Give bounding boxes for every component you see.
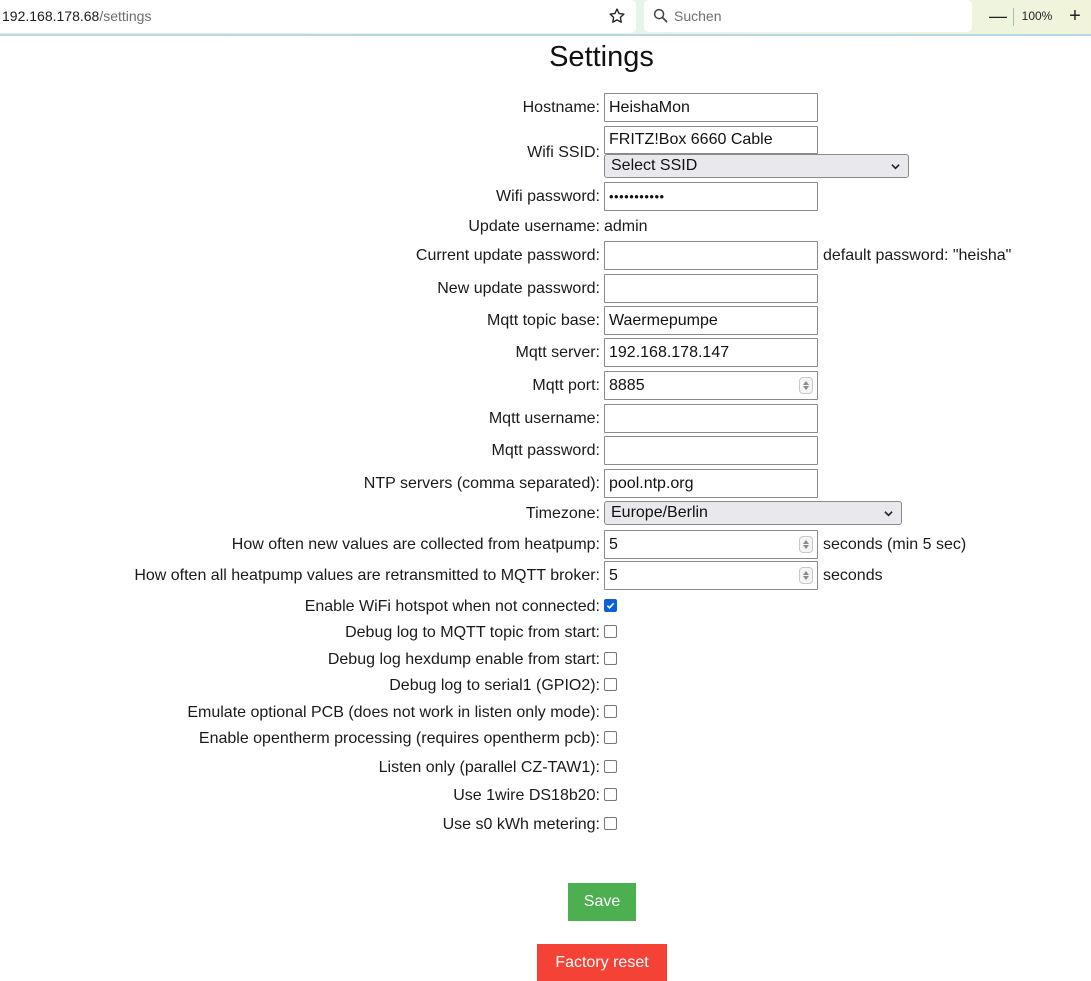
collect-interval-value: 5 (609, 536, 618, 553)
url-path: /settings (99, 8, 152, 24)
row-new-update-password: New update password: (0, 274, 1091, 304)
ssid-select-value: Select SSID (611, 157, 698, 174)
zoom-out-button[interactable]: — (985, 3, 1011, 29)
row-checkbox: Listen only (parallel CZ-TAW1): (0, 753, 1091, 783)
collect-interval-input[interactable]: 5 (604, 530, 818, 559)
checkbox-1wire[interactable] (604, 788, 617, 801)
timezone-select[interactable]: Europe/Berlin (604, 501, 902, 525)
row-mqtt-password: Mqtt password: (0, 436, 1091, 466)
mqtt-topic-base-label: Mqtt topic base: (487, 312, 600, 329)
row-mqtt-username: Mqtt username: (0, 404, 1091, 434)
timezone-label: Timezone: (525, 505, 600, 522)
wifi-password-label: Wifi password: (495, 188, 600, 205)
checkbox-opentherm[interactable] (604, 731, 617, 744)
row-ntp-servers: NTP servers (comma separated): (0, 469, 1091, 499)
mqtt-server-input[interactable] (604, 338, 818, 367)
mqtt-username-label: Mqtt username: (488, 410, 600, 427)
row-checkbox: Debug log to serial1 (GPIO2): (0, 671, 1091, 701)
current-update-password-input[interactable] (604, 241, 818, 270)
checkbox-s0-metering[interactable] (604, 817, 617, 830)
number-spinner[interactable] (799, 377, 813, 394)
ssid-select[interactable]: Select SSID (604, 154, 909, 178)
row-retransmit-interval: How often all heatpump values are retran… (0, 561, 1091, 591)
browser-toolbar: 192.168.178.68/settings Suchen — 100% + (0, 0, 1091, 36)
checkbox-debug-mqtt[interactable] (604, 625, 617, 638)
checkbox-label: Debug log to serial1 (GPIO2): (389, 677, 600, 694)
collect-interval-label: How often new values are collected from … (231, 536, 600, 553)
checkmark-icon (606, 602, 615, 610)
retransmit-interval-input[interactable]: 5 (604, 561, 818, 590)
bookmark-star-icon[interactable] (608, 7, 626, 25)
mqtt-server-label: Mqtt server: (515, 344, 600, 361)
checkbox-label: Use s0 kWh metering: (442, 816, 600, 833)
row-collect-interval: How often new values are collected from … (0, 530, 1091, 560)
row-update-username: Update username: admin (0, 212, 1091, 242)
checkbox-debug-hexdump[interactable] (604, 652, 617, 665)
wifi-ssid-input[interactable] (604, 126, 818, 154)
number-spinner[interactable] (799, 536, 813, 553)
row-wifi-ssid: Wifi SSID: Select SSID (0, 126, 1091, 180)
row-current-update-password: Current update password: default passwor… (0, 241, 1091, 271)
retransmit-interval-value: 5 (609, 567, 618, 584)
mqtt-password-input[interactable] (604, 436, 818, 465)
save-button[interactable]: Save (568, 883, 636, 921)
ntp-servers-label: NTP servers (comma separated): (363, 475, 600, 492)
checkbox-emulate-pcb[interactable] (604, 705, 617, 718)
current-update-password-label: Current update password: (415, 247, 600, 264)
chevron-down-icon (884, 511, 893, 517)
checkbox-label: Debug log to MQTT topic from start: (345, 624, 600, 641)
search-bar[interactable]: Suchen (644, 0, 972, 32)
wifi-ssid-label: Wifi SSID: (527, 144, 600, 161)
zoom-level[interactable]: 100% (1018, 3, 1056, 29)
mqtt-username-input[interactable] (604, 404, 818, 433)
mqtt-port-label: Mqtt port: (532, 377, 600, 394)
checkbox-debug-serial1[interactable] (604, 678, 617, 691)
row-wifi-password: Wifi password: (0, 182, 1091, 212)
mqtt-password-label: Mqtt password: (491, 442, 600, 459)
zoom-divider (1013, 8, 1014, 26)
checkbox-listen-only[interactable] (604, 760, 617, 773)
mqtt-topic-base-input[interactable] (604, 306, 818, 335)
row-timezone: Timezone: Europe/Berlin (0, 499, 1091, 529)
new-update-password-input[interactable] (604, 274, 818, 303)
row-checkbox: Enable opentherm processing (requires op… (0, 724, 1091, 754)
checkbox-label: Use 1wire DS18b20: (453, 787, 600, 804)
row-checkbox: Use 1wire DS18b20: (0, 781, 1091, 811)
search-icon (653, 8, 668, 23)
row-mqtt-server: Mqtt server: (0, 338, 1091, 368)
collect-interval-unit: seconds (min 5 sec) (823, 536, 967, 553)
address-bar[interactable]: 192.168.178.68/settings (0, 0, 636, 33)
number-spinner[interactable] (799, 567, 813, 584)
timezone-select-value: Europe/Berlin (611, 504, 708, 521)
hostname-input[interactable] (604, 93, 818, 122)
update-username-label: Update username: (468, 218, 600, 235)
row-checkbox: Debug log to MQTT topic from start: (0, 618, 1091, 648)
mqtt-port-value: 8885 (609, 377, 645, 394)
page-title: Settings (549, 41, 654, 73)
zoom-in-button[interactable]: + (1062, 3, 1088, 29)
row-mqtt-topic-base: Mqtt topic base: (0, 306, 1091, 336)
mqtt-port-input[interactable]: 8885 (604, 371, 818, 400)
default-password-hint: default password: "heisha" (823, 247, 1012, 264)
checkbox-label: Enable opentherm processing (requires op… (198, 730, 600, 747)
search-placeholder: Suchen (674, 8, 722, 24)
new-update-password-label: New update password: (437, 280, 600, 297)
ntp-servers-input[interactable] (604, 469, 818, 498)
wifi-password-input[interactable] (604, 182, 818, 211)
retransmit-interval-unit: seconds (823, 567, 883, 584)
checkbox-wifi-hotspot[interactable] (604, 599, 617, 612)
retransmit-interval-label: How often all heatpump values are retran… (134, 567, 600, 584)
factory-reset-button[interactable]: Factory reset (537, 944, 667, 981)
checkbox-label: Listen only (parallel CZ-TAW1): (378, 759, 600, 776)
url-host: 192.168.178.68 (2, 8, 100, 24)
chevron-down-icon (891, 164, 900, 170)
row-hostname: Hostname: (0, 93, 1091, 123)
row-mqtt-port: Mqtt port: 8885 (0, 371, 1091, 401)
update-username-value: admin (604, 218, 648, 235)
hostname-label: Hostname: (522, 99, 600, 116)
row-checkbox: Use s0 kWh metering: (0, 810, 1091, 840)
